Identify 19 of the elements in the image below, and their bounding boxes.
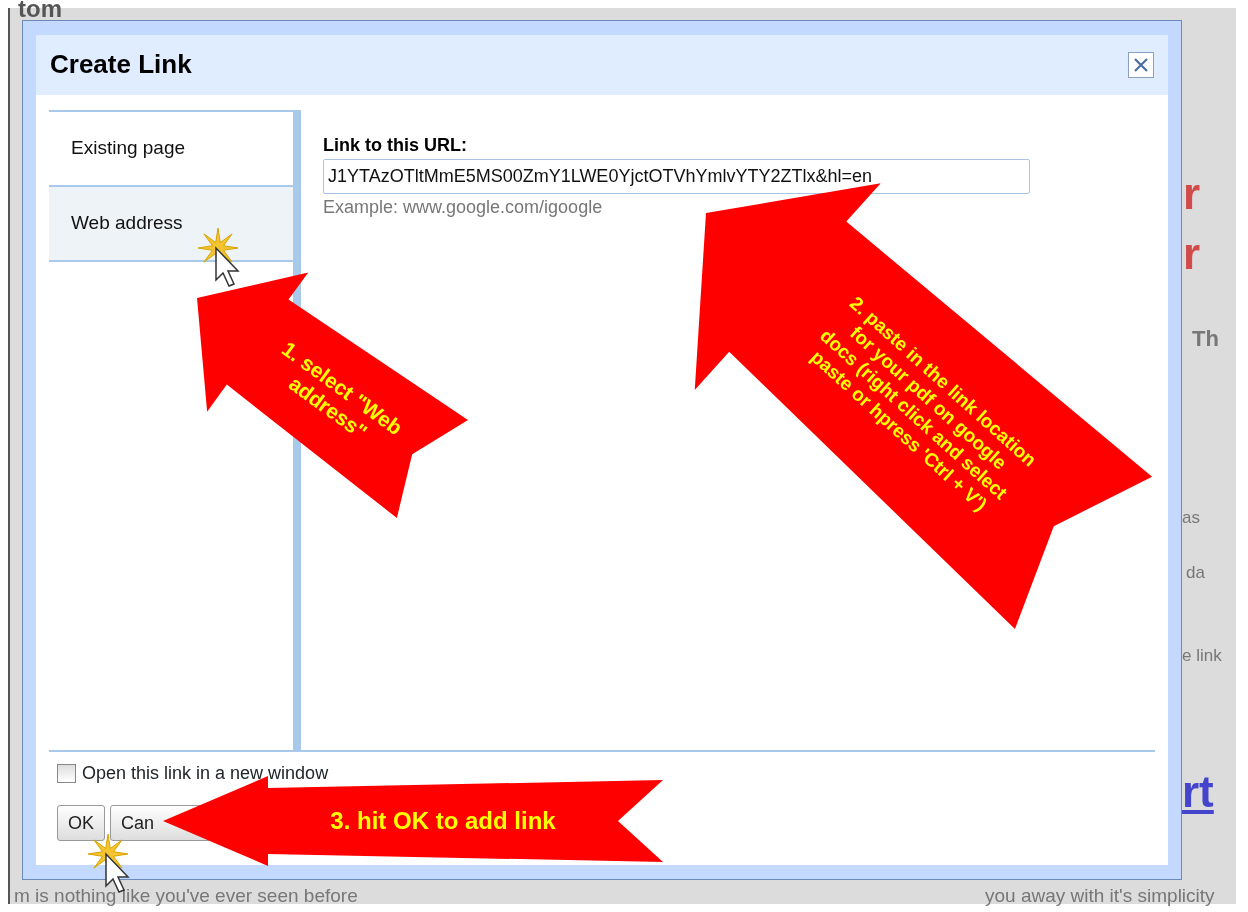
ok-button[interactable]: OK [57, 805, 105, 841]
page-text-fragment: Th [1192, 325, 1219, 353]
page-text-fragment: e link [1182, 645, 1222, 667]
field-hint: Example: www.google.com/igoogle [323, 196, 604, 219]
page-text-fragment: da [1186, 562, 1205, 584]
url-input-field[interactable]: J1YTAzOTltMmE5MS00ZmY1LWE0YjctOTVhYmlvYTY2ZTlx&hl=en [323, 159, 1030, 194]
page-link-fragment[interactable]: rt [1182, 770, 1214, 814]
tab[interactable]: Web address [49, 187, 293, 262]
dialog-title: Create Link [50, 49, 192, 81]
page-text-fragment: as [1182, 507, 1200, 529]
close-icon [1133, 57, 1149, 73]
field-label: Link to this URL: [323, 134, 468, 157]
page-heading-fragment: tom [18, 0, 62, 21]
page-text-fragment: m is nothing like you've ever seen before [14, 884, 358, 908]
page-text-fragment: r [1183, 232, 1201, 276]
checkbox[interactable] [57, 764, 76, 783]
close-button[interactable] [1128, 52, 1154, 78]
page-text-fragment: you away with it's simplicity [985, 884, 1215, 908]
page-text-fragment: r [1183, 172, 1201, 216]
